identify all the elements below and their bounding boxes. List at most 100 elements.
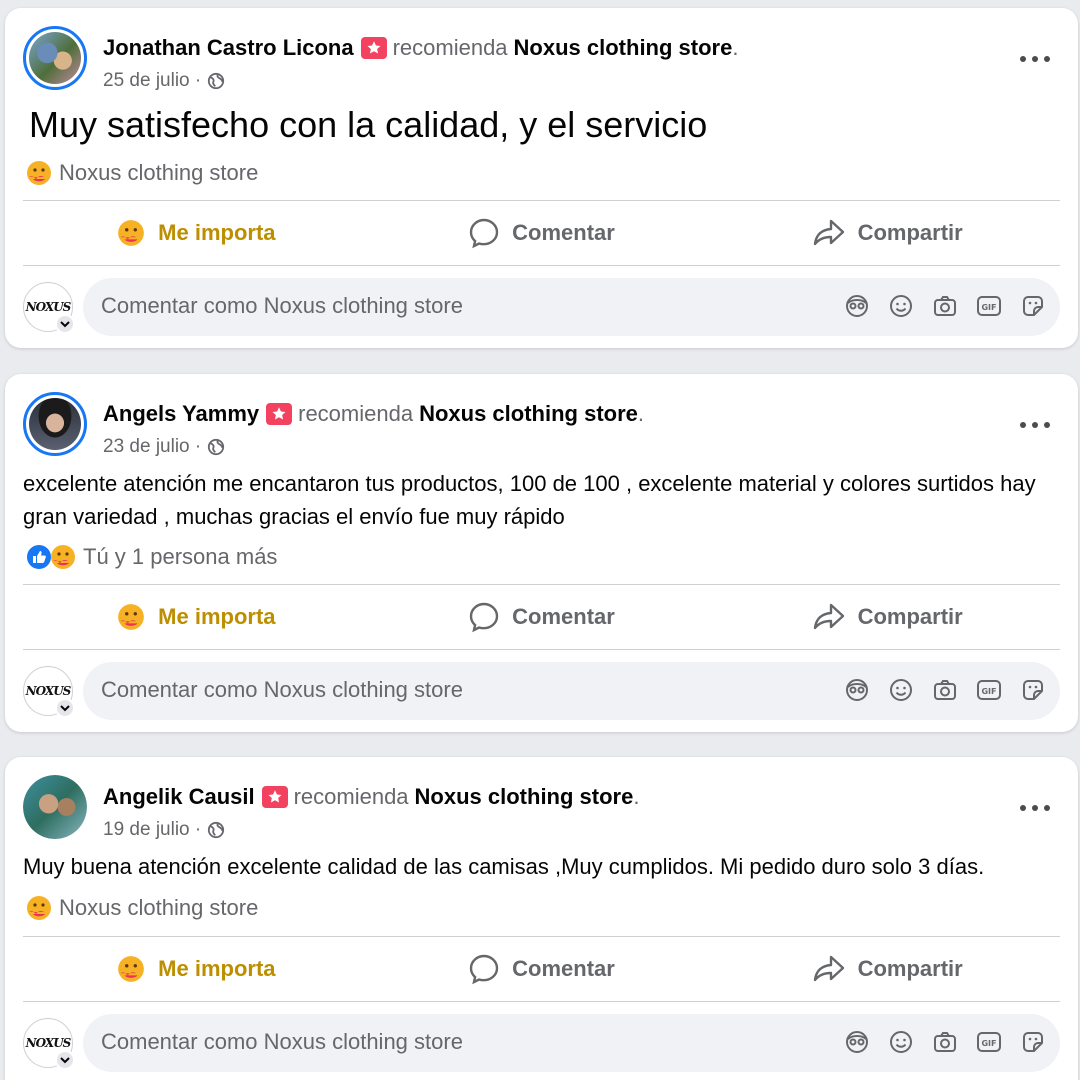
share-button[interactable]: Compartir: [714, 586, 1060, 648]
author-avatar[interactable]: [23, 775, 87, 839]
sticker-icon[interactable]: [1020, 677, 1046, 703]
love-label: Me importa: [158, 220, 276, 245]
period: .: [633, 784, 640, 809]
recommendation-line: Angelik Causil recomienda Noxus clothing…: [103, 784, 639, 810]
post-date[interactable]: 23 de julio: [103, 436, 190, 458]
comment-input[interactable]: Comentar como Noxus clothing store GIF: [83, 662, 1060, 720]
post-header: Jonathan Castro Licona recomienda Noxus …: [23, 26, 1060, 91]
recommendation-line: Jonathan Castro Licona recomienda Noxus …: [103, 35, 738, 61]
post-date[interactable]: 19 de julio: [103, 819, 190, 841]
chevron-down-icon[interactable]: [55, 1050, 75, 1070]
care-emoji-icon: [25, 894, 53, 922]
love-label: Me importa: [158, 956, 276, 981]
recommends-text: recomienda: [392, 35, 508, 60]
care-emoji-icon: [116, 954, 146, 984]
comment-composer: NOXUS Comentar como Noxus clothing store…: [23, 278, 1060, 336]
emoji-icon[interactable]: [888, 1029, 914, 1055]
post-text: excelente atención me encantaron tus pro…: [23, 471, 1036, 529]
comment-input[interactable]: Comentar como Noxus clothing store GIF: [83, 278, 1060, 336]
comment-icon: [468, 953, 500, 985]
reactions-summary[interactable]: Tú y 1 persona más: [25, 542, 277, 572]
sticker-icon[interactable]: [1020, 293, 1046, 319]
divider: [23, 1001, 1060, 1002]
reactions-text: Noxus clothing store: [59, 895, 259, 920]
gif-icon[interactable]: GIF: [976, 1029, 1002, 1055]
share-icon: [812, 953, 846, 985]
author-avatar[interactable]: [23, 26, 87, 90]
recommends-text: recomienda: [293, 784, 409, 809]
post-card: Jonathan Castro Licona recomienda Noxus …: [5, 8, 1078, 348]
post-meta: 25 de julio ·: [103, 70, 225, 92]
comment-composer: NOXUS Comentar como Noxus clothing store…: [23, 662, 1060, 720]
care-emoji-icon: [25, 159, 53, 187]
camera-icon[interactable]: [932, 293, 958, 319]
chevron-down-icon[interactable]: [55, 314, 75, 334]
avatar-sticker-icon[interactable]: [844, 293, 870, 319]
comment-placeholder: Comentar como Noxus clothing store: [101, 293, 463, 318]
more-options-icon[interactable]: [1020, 56, 1050, 66]
action-bar: Me importa Comentar Compartir: [23, 586, 1060, 648]
sticker-icon[interactable]: [1020, 1029, 1046, 1055]
reactions-summary[interactable]: Noxus clothing store: [25, 158, 258, 188]
care-emoji-icon: [116, 218, 146, 248]
avatar-sticker-icon[interactable]: [844, 677, 870, 703]
post-card: Angels Yammy recomienda Noxus clothing s…: [5, 374, 1078, 732]
post-header: Angelik Causil recomienda Noxus clothing…: [23, 775, 1060, 840]
share-label: Compartir: [857, 220, 963, 245]
period: .: [637, 401, 644, 426]
post-text: Muy buena atención excelente calidad de …: [23, 854, 985, 879]
reaction-icons: [25, 543, 77, 571]
comment-label: Comentar: [512, 220, 615, 245]
author-name[interactable]: Angelik Causil: [103, 784, 255, 810]
chevron-down-icon[interactable]: [55, 698, 75, 718]
recommend-badge-icon: [261, 786, 288, 808]
comment-button[interactable]: Comentar: [369, 202, 715, 264]
meta-separator: ·: [194, 70, 202, 91]
reactions-text: Noxus clothing store: [59, 160, 259, 185]
comment-button[interactable]: Comentar: [369, 586, 715, 648]
post-meta: 19 de julio ·: [103, 819, 225, 841]
globe-icon: [208, 438, 225, 456]
globe-icon: [208, 821, 225, 839]
author-name[interactable]: Jonathan Castro Licona: [103, 35, 354, 61]
recommend-badge-icon: [266, 403, 293, 425]
action-bar: Me importa Comentar Compartir: [23, 202, 1060, 264]
post-date[interactable]: 25 de julio: [103, 70, 190, 92]
author-avatar[interactable]: [23, 392, 87, 456]
author-name[interactable]: Angels Yammy: [103, 401, 259, 427]
page-name-link[interactable]: Noxus clothing store: [415, 784, 634, 810]
share-button[interactable]: Compartir: [714, 202, 1060, 264]
recommendation-line: Angels Yammy recomienda Noxus clothing s…: [103, 401, 644, 427]
share-icon: [812, 601, 846, 633]
comment-placeholder: Comentar como Noxus clothing store: [101, 1029, 463, 1054]
reactions-summary[interactable]: Noxus clothing store: [25, 893, 258, 923]
comment-button[interactable]: Comentar: [369, 938, 715, 1000]
composer-tools: GIF: [844, 293, 1046, 319]
meta-separator: ·: [194, 436, 202, 457]
camera-icon[interactable]: [932, 1029, 958, 1055]
svg-text:GIF: GIF: [981, 687, 996, 696]
comment-icon: [468, 601, 500, 633]
love-button[interactable]: Me importa: [23, 586, 369, 648]
love-button[interactable]: Me importa: [23, 202, 369, 264]
svg-text:GIF: GIF: [981, 303, 996, 312]
emoji-icon[interactable]: [888, 677, 914, 703]
love-button[interactable]: Me importa: [23, 938, 369, 1000]
more-options-icon[interactable]: [1020, 805, 1050, 815]
recommends-text: recomienda: [298, 401, 414, 426]
avatar-sticker-icon[interactable]: [844, 1029, 870, 1055]
comment-input[interactable]: Comentar como Noxus clothing store GIF: [83, 1014, 1060, 1072]
emoji-icon[interactable]: [888, 293, 914, 319]
action-bar: Me importa Comentar Compartir: [23, 938, 1060, 1000]
care-emoji-icon: [49, 543, 77, 571]
gif-icon[interactable]: GIF: [976, 293, 1002, 319]
comment-placeholder: Comentar como Noxus clothing store: [101, 677, 463, 702]
page-name-link[interactable]: Noxus clothing store: [419, 401, 638, 427]
love-label: Me importa: [158, 604, 276, 629]
page-name-link[interactable]: Noxus clothing store: [514, 35, 733, 61]
share-button[interactable]: Compartir: [714, 938, 1060, 1000]
camera-icon[interactable]: [932, 677, 958, 703]
post-text: Muy satisfecho con la calidad, y el serv…: [29, 104, 708, 145]
more-options-icon[interactable]: [1020, 422, 1050, 432]
gif-icon[interactable]: GIF: [976, 677, 1002, 703]
